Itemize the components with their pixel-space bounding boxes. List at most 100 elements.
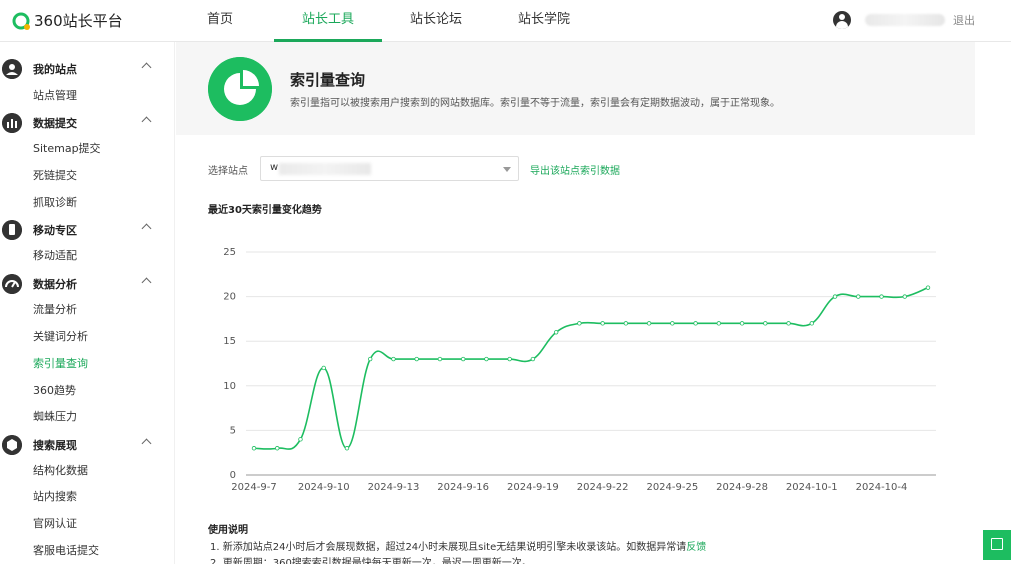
- sidebar-item-spider-pressure[interactable]: 蜘蛛压力: [33, 408, 77, 426]
- sidebar-item-official-cert[interactable]: 官网认证: [33, 515, 77, 533]
- data-point: [484, 356, 489, 362]
- nav-webmaster-tools[interactable]: 站长工具: [274, 0, 382, 42]
- data-point: [739, 321, 745, 326]
- nav-academy[interactable]: 站长学院: [490, 0, 598, 42]
- sidebar-item-sitemap[interactable]: Sitemap提交: [33, 140, 101, 158]
- chevron-up-icon: [141, 277, 152, 288]
- x-tick-label: 2024-9-19: [507, 482, 559, 493]
- data-point: [646, 321, 652, 326]
- data-point: [600, 321, 605, 326]
- page-description: 索引量指可以被搜索用户搜索到的网站数据库。索引量不等于流量，索引量会有定期数据波…: [290, 98, 780, 109]
- sidebar: 我的站点 站点管理 数据提交 Sitemap提交 死链提交 抓取诊断 移动专区 …: [0, 42, 175, 564]
- sidebar-item-360-trend[interactable]: 360趋势: [33, 382, 76, 400]
- sidebar-group-data-submit[interactable]: 数据提交: [0, 110, 175, 136]
- data-point: [856, 294, 861, 299]
- usage-note-2: 2. 更新周期：360搜索索引数据最快每天更新一次，最迟一周更新一次。: [210, 558, 532, 564]
- chevron-up-icon: [141, 116, 152, 127]
- sidebar-item-traffic[interactable]: 流量分析: [33, 301, 77, 319]
- x-tick-label: 2024-9-28: [716, 482, 768, 493]
- data-point: [368, 356, 373, 362]
- site-select-label: 选择站点: [208, 166, 248, 177]
- nav-home[interactable]: 首页: [166, 0, 274, 42]
- page-title: 索引量查询: [290, 71, 366, 89]
- data-point: [670, 321, 675, 326]
- sidebar-item-mobile-adapt[interactable]: 移动适配: [33, 247, 77, 265]
- page-banner: 索引量查询 索引量指可以被搜索用户搜索到的网站数据库。索引量不等于流量，索引量会…: [176, 42, 975, 135]
- y-tick-label: 20: [223, 292, 236, 303]
- logo-text: 360站长平台: [34, 12, 123, 30]
- x-tick-label: 2024-9-22: [577, 482, 629, 493]
- sidebar-item-phone-submit[interactable]: 客服电话提交: [33, 542, 99, 560]
- logo-icon: [12, 12, 30, 30]
- usage-title: 使用说明: [208, 525, 248, 536]
- index-trend-chart: 0 5 10 15 20 25 2024-9-7 2024-9-10 2024-9-13 2024…: [223, 247, 936, 493]
- y-tick-label: 15: [223, 336, 236, 347]
- user-area: 退出: [833, 11, 975, 29]
- y-tick-label: 10: [223, 381, 236, 392]
- data-point: [902, 294, 907, 299]
- data-point: [716, 321, 722, 326]
- y-tick-label: 25: [223, 247, 236, 258]
- data-point: [507, 356, 512, 362]
- sidebar-item-crawl-diagnose[interactable]: 抓取诊断: [33, 194, 77, 212]
- chevron-up-icon: [141, 62, 152, 73]
- data-point: [298, 437, 303, 442]
- data-point: [879, 294, 884, 299]
- sidebar-group-mobile[interactable]: 移动专区: [0, 217, 175, 243]
- x-tick-label: 2024-9-13: [368, 482, 420, 493]
- data-point: [623, 321, 629, 326]
- data-point: [251, 446, 257, 451]
- sidebar-item-keyword[interactable]: 关键词分析: [33, 328, 88, 346]
- sidebar-group-my-sites[interactable]: 我的站点: [0, 56, 175, 82]
- y-tick-label: 5: [230, 425, 236, 436]
- x-tick-label: 2024-9-7: [231, 482, 276, 493]
- data-point: [786, 321, 791, 326]
- chevron-up-icon: [141, 223, 152, 234]
- data-point: [832, 294, 838, 299]
- avatar-icon[interactable]: [833, 11, 851, 29]
- cube-icon: [2, 435, 22, 455]
- sidebar-item-site-search[interactable]: 站内搜索: [33, 488, 77, 506]
- x-tick-label: 2024-9-10: [298, 482, 350, 493]
- site-select[interactable]: w: [260, 156, 519, 181]
- export-index-link[interactable]: 导出该站点索引数据: [530, 162, 620, 177]
- site-select-value: w: [270, 162, 279, 173]
- sidebar-item-deadlink[interactable]: 死链提交: [33, 167, 77, 185]
- usage-note-1-text: 1. 新添加站点24小时后才会展现数据，超过24小时未展现且site无结果说明引…: [210, 542, 687, 553]
- data-point: [460, 356, 466, 362]
- feedback-link[interactable]: 反馈: [686, 542, 706, 553]
- x-tick-label: 2024-10-1: [786, 482, 838, 493]
- sidebar-group-search-display[interactable]: 搜索展现: [0, 432, 175, 458]
- sidebar-group-label: 搜索展现: [33, 439, 77, 452]
- chart-title: 最近30天索引量变化趋势: [208, 205, 322, 216]
- mobile-icon: [2, 220, 22, 240]
- series-line: [253, 286, 929, 450]
- sidebar-group-label: 移动专区: [33, 224, 77, 237]
- data-point: [275, 446, 280, 451]
- sidebar-group-data-analysis[interactable]: 数据分析: [0, 271, 175, 297]
- data-point: [809, 321, 814, 326]
- pie-chart-icon: [208, 57, 272, 121]
- sidebar-item-structured-data[interactable]: 结构化数据: [33, 462, 88, 480]
- chevron-up-icon: [141, 438, 152, 449]
- sidebar-item-site-manage[interactable]: 站点管理: [33, 87, 77, 105]
- data-point: [925, 285, 931, 290]
- x-tick-label: 2024-9-25: [646, 482, 698, 493]
- data-point: [577, 321, 582, 326]
- caret-down-icon: [503, 167, 511, 172]
- data-point: [763, 321, 768, 326]
- data-point: [344, 446, 350, 451]
- logout-link[interactable]: 退出: [953, 12, 975, 28]
- data-point: [553, 330, 559, 335]
- logo[interactable]: 360站长平台: [12, 10, 123, 31]
- usage-note-1: 1. 新添加站点24小时后才会展现数据，超过24小时未展现且site无结果说明引…: [210, 538, 706, 553]
- x-tick-label: 2024-10-4: [856, 482, 908, 493]
- bar-chart-icon: [2, 113, 22, 133]
- sidebar-item-index-query[interactable]: 索引量查询: [33, 355, 88, 373]
- sidebar-group-label: 数据提交: [33, 117, 77, 130]
- data-point: [321, 365, 326, 371]
- sidebar-group-label: 数据分析: [33, 278, 77, 291]
- gauge-icon: [2, 274, 22, 294]
- feedback-float-button[interactable]: [983, 530, 1011, 560]
- nav-forum[interactable]: 站长论坛: [382, 0, 490, 42]
